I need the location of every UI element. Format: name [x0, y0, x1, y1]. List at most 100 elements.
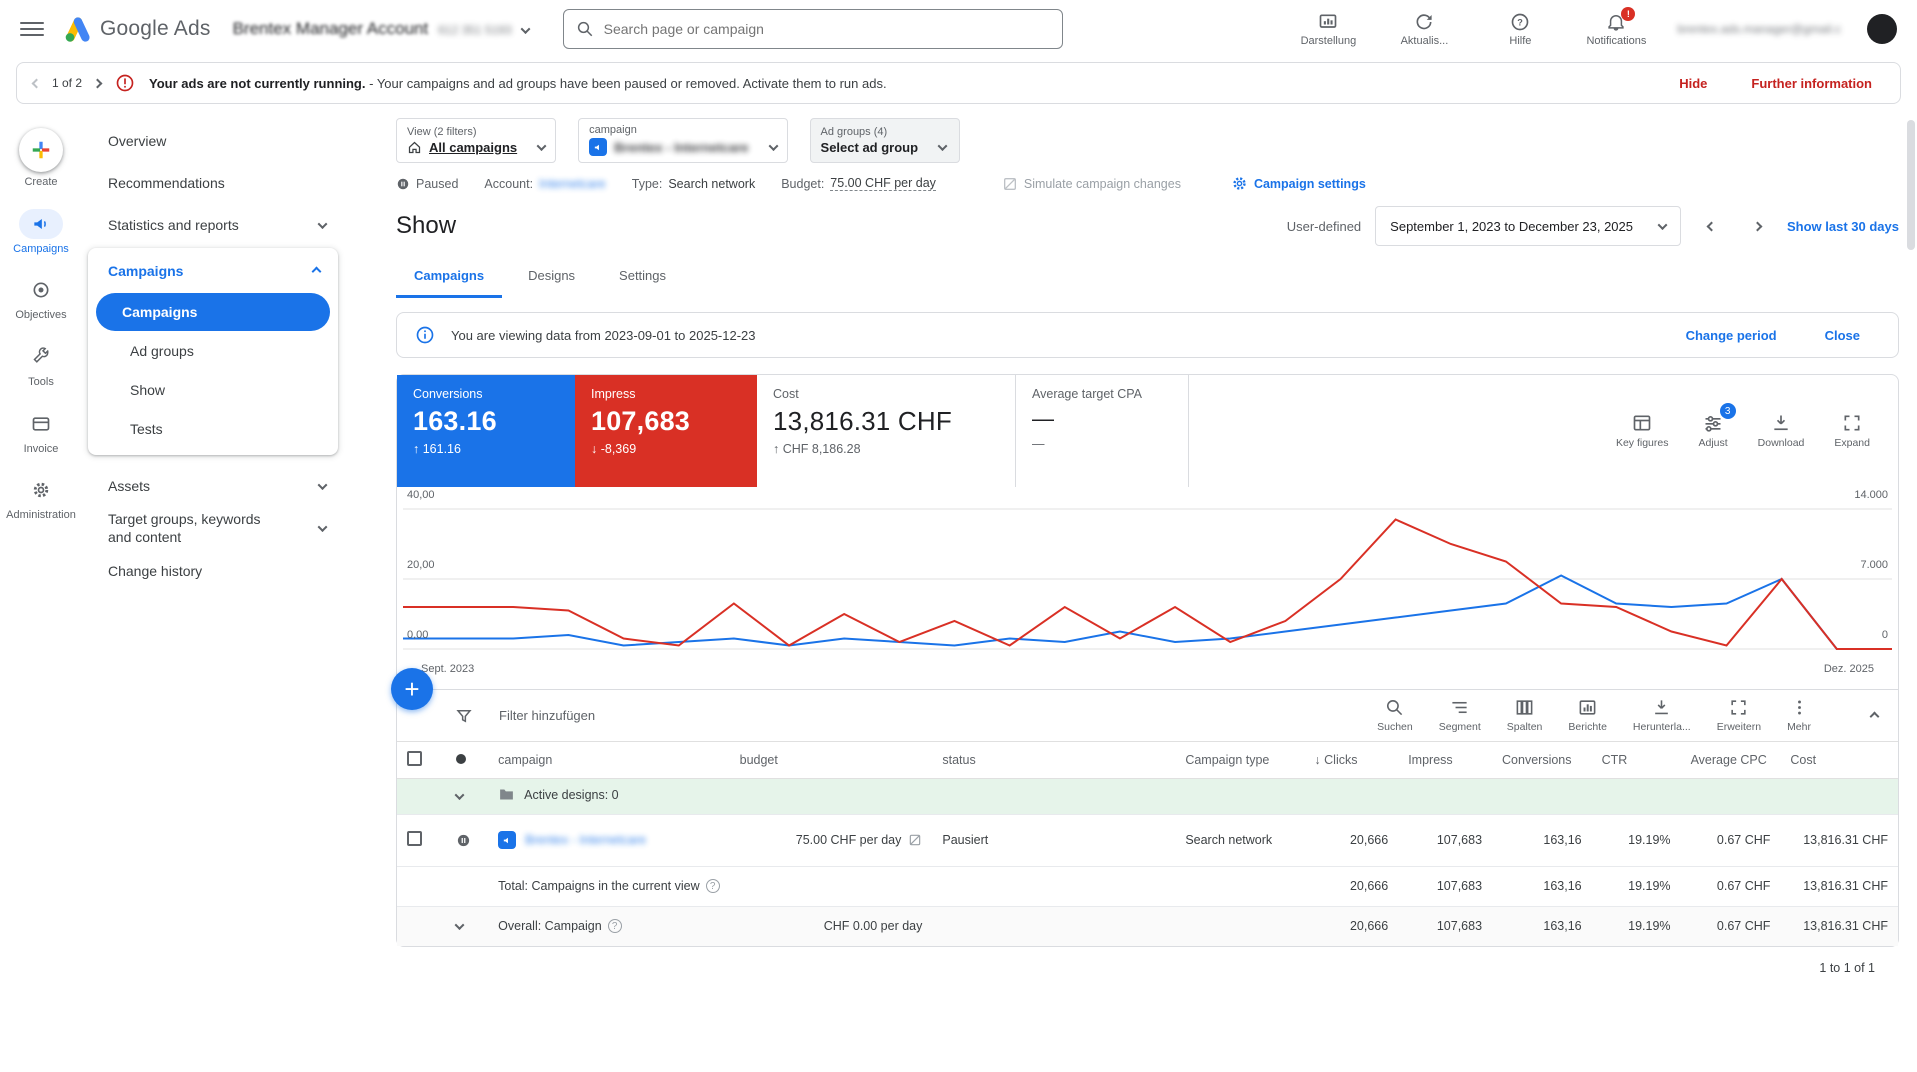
account-link[interactable]: Internetcare	[539, 177, 606, 191]
campaign-filter-dropdown[interactable]: campaign Brentex - Internetcare	[578, 118, 787, 163]
sidebar-item-recommendations[interactable]: Recommendations	[82, 162, 344, 204]
rail-item-objectives[interactable]: Objectives	[3, 275, 79, 322]
header-campaign[interactable]: campaign	[488, 742, 729, 778]
key-figures-icon	[1632, 413, 1652, 433]
collapse-table-icon[interactable]	[1871, 708, 1878, 723]
expand-button[interactable]: Expand	[1834, 413, 1870, 449]
reports-button[interactable]: Berichte	[1568, 698, 1607, 733]
sidebar-item-change-history[interactable]: Change history	[82, 550, 344, 592]
segment-button[interactable]: Segment	[1439, 698, 1481, 733]
view-filter-dropdown[interactable]: View (2 filters) All campaigns	[396, 118, 556, 163]
sidebar-item-campaigns[interactable]: Campaigns	[96, 293, 330, 331]
sidebar-item-statistics[interactable]: Statistics and reports	[82, 204, 344, 246]
tab-campaigns[interactable]: Campaigns	[396, 256, 502, 298]
campaign-budget-value[interactable]: 75.00 CHF per day	[796, 833, 902, 847]
type-value: Search network	[668, 177, 755, 191]
campaign-settings-button[interactable]: Campaign settings	[1231, 175, 1366, 192]
table-download-button[interactable]: Herunterla...	[1633, 698, 1691, 733]
scorecard-cost[interactable]: Cost 13,816.31 CHF ↑ CHF 8,186.28	[757, 375, 1015, 487]
google-ads-logo[interactable]: Google Ads	[62, 15, 211, 43]
avatar[interactable]	[1867, 14, 1897, 44]
add-campaign-fab[interactable]: +	[391, 668, 433, 710]
date-next-button[interactable]	[1741, 210, 1773, 242]
table-expand-button[interactable]: Erweitern	[1717, 698, 1761, 733]
show-last-30-days-link[interactable]: Show last 30 days	[1787, 219, 1899, 234]
account-selector[interactable]: Brentex Manager Account 612 351 5193	[233, 19, 529, 39]
sidebar-item-assets[interactable]: Assets	[82, 465, 344, 507]
header-conversions[interactable]: Conversions	[1492, 742, 1592, 778]
create-button[interactable]: Create	[3, 128, 79, 189]
key-figures-button[interactable]: Key figures	[1616, 413, 1669, 449]
row-checkbox[interactable]	[407, 831, 422, 846]
select-all-checkbox[interactable]	[407, 751, 422, 766]
alert-next-icon[interactable]	[93, 78, 103, 88]
total-avg-cpc: 0.67 CHF	[1681, 866, 1781, 906]
header-impress[interactable]: Impress	[1398, 742, 1492, 778]
pause-circle-icon[interactable]	[456, 833, 478, 848]
notifications-button[interactable]: ! Notifications	[1581, 12, 1651, 47]
alert-hide-link[interactable]: Hide	[1679, 76, 1707, 91]
alert-further-info-link[interactable]: Further information	[1751, 76, 1872, 91]
header-avg-cpc[interactable]: Average CPC	[1681, 742, 1781, 778]
campaign-ctr: 19.19%	[1592, 814, 1681, 866]
date-range-dropdown[interactable]: September 1, 2023 to December 23, 2025	[1375, 206, 1681, 246]
overall-ctr: 19.19%	[1592, 906, 1681, 946]
tab-settings-label: Settings	[619, 268, 666, 283]
sidebar-item-ad-groups[interactable]: Ad groups	[96, 332, 330, 370]
sidebar-item-tests[interactable]: Tests	[96, 410, 330, 448]
header-ctr[interactable]: CTR	[1592, 742, 1681, 778]
global-search[interactable]	[563, 9, 1063, 49]
alert-prev-icon[interactable]	[32, 78, 42, 88]
scorecard-avg-target-cpa[interactable]: Average target CPA — —	[1016, 375, 1188, 487]
sidebar-group-campaigns[interactable]: Campaigns	[88, 250, 338, 292]
header-campaign-type[interactable]: Campaign type	[1175, 742, 1304, 778]
ad-group-filter-dropdown[interactable]: Ad groups (4) Select ad group	[810, 118, 960, 163]
rail-item-campaigns[interactable]: Campaigns	[3, 209, 79, 256]
date-range-value: September 1, 2023 to December 23, 2025	[1390, 219, 1633, 234]
alert-message-rest: - Your campaigns and ad groups have been…	[366, 76, 887, 91]
tab-designs[interactable]: Designs	[510, 256, 593, 298]
change-period-link[interactable]: Change period	[1686, 328, 1777, 343]
close-banner-link[interactable]: Close	[1825, 328, 1860, 343]
header-clicks[interactable]: ↓ Clicks	[1304, 742, 1398, 778]
adjust-badge: 3	[1720, 403, 1736, 419]
download-button[interactable]: Download	[1758, 413, 1805, 449]
download-icon	[1652, 698, 1671, 717]
header-status[interactable]: status	[932, 742, 1175, 778]
more-button[interactable]: Mehr	[1787, 698, 1811, 733]
refresh-button[interactable]: Aktualis...	[1389, 12, 1459, 47]
budget-value[interactable]: 75.00 CHF per day	[830, 176, 936, 191]
edit-budget-icon[interactable]	[908, 833, 922, 847]
table-header-row: campaign budget status Campaign type ↓ C…	[397, 742, 1898, 778]
add-filter-button[interactable]: Filter hinzufügen	[499, 708, 595, 723]
filter-funnel-icon[interactable]	[455, 707, 473, 725]
sidebar-item-overview[interactable]: Overview	[82, 120, 344, 162]
type-label: Type:	[632, 177, 663, 191]
scorecard-conversions[interactable]: Conversions 163.16 ↑ 161.16	[397, 375, 575, 487]
simulate-changes-button[interactable]: Simulate campaign changes	[1002, 176, 1181, 192]
header-cost[interactable]: Cost	[1780, 742, 1898, 778]
menu-icon[interactable]	[20, 17, 44, 41]
rail-item-administration[interactable]: Administration	[3, 475, 79, 522]
columns-button[interactable]: Spalten	[1507, 698, 1543, 733]
help-icon[interactable]: ?	[706, 879, 720, 893]
campaign-status-bar: Paused Account: Internetcare Type: Searc…	[396, 175, 1899, 192]
help-button[interactable]: ? Hilfe	[1485, 12, 1555, 47]
scorecard-impressions[interactable]: Impress 107,683 ↓ -8,369	[575, 375, 757, 487]
left-axis-tick-40: 40,00	[407, 489, 435, 501]
date-prev-button[interactable]	[1695, 210, 1727, 242]
expand-overall-icon[interactable]	[455, 920, 465, 930]
table-search-button[interactable]: Suchen	[1377, 698, 1413, 733]
header-budget[interactable]: budget	[730, 742, 933, 778]
search-input[interactable]	[604, 21, 1050, 37]
tab-settings[interactable]: Settings	[601, 256, 684, 298]
rail-item-invoice[interactable]: Invoice	[3, 409, 79, 456]
help-icon[interactable]: ?	[608, 919, 622, 933]
sidebar-item-targeting[interactable]: Target groups, keywords and content	[82, 507, 344, 550]
sidebar-item-show[interactable]: Show	[96, 371, 330, 409]
collapse-group-icon[interactable]	[455, 790, 465, 800]
rail-item-tools[interactable]: Tools	[3, 342, 79, 389]
campaign-name-link[interactable]: Brentex - Internetcare	[525, 833, 646, 847]
adjust-button[interactable]: 3 Adjust	[1698, 413, 1727, 449]
appearance-button[interactable]: Darstellung	[1293, 12, 1363, 47]
